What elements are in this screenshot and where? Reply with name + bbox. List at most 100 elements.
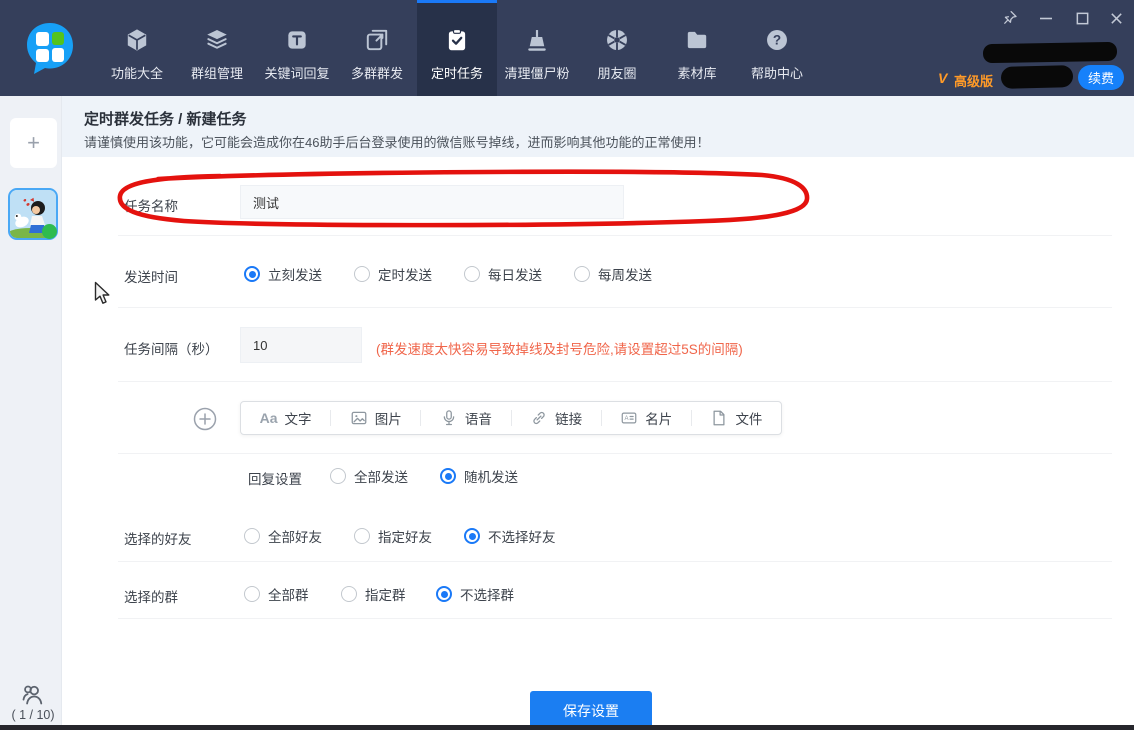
maximize-button[interactable]: [1069, 6, 1095, 30]
toolbar-label: 链接: [555, 408, 582, 428]
radio-no-friends[interactable]: 不选择好友: [464, 526, 556, 546]
toolbar-label: 文字: [285, 408, 312, 428]
keyword-icon: [283, 26, 311, 54]
radio-send-random[interactable]: 随机发送: [440, 466, 518, 486]
svg-text:?: ?: [773, 33, 781, 48]
toolbar-label: 文件: [735, 408, 762, 428]
radio-send-daily[interactable]: 每日发送: [464, 264, 542, 284]
content-type-toolbar: Aa 文字 图片 语音 链接 A 名片 文件: [240, 401, 782, 435]
mic-icon: [440, 409, 458, 427]
radio-send-now[interactable]: 立刻发送: [244, 264, 322, 284]
nav-item-scheduled-tasks[interactable]: 定时任务: [417, 0, 497, 96]
radio-circle-icon: [354, 266, 370, 282]
renew-button[interactable]: 续费: [1078, 65, 1124, 90]
radio-option-label: 每日发送: [488, 264, 542, 284]
app-window: 功能大全 群组管理 关键词回复 多群群发: [0, 0, 1134, 730]
toolbar-item-text[interactable]: Aa 文字: [241, 402, 330, 434]
nav-label: 帮助中心: [751, 63, 803, 82]
radio-no-groups[interactable]: 不选择群: [436, 584, 514, 604]
aperture-icon: [603, 26, 631, 54]
radio-circle-icon: [574, 266, 590, 282]
card-icon: A: [620, 409, 638, 427]
divider: [118, 561, 1112, 562]
friends-select-label: 选择的好友: [124, 528, 192, 548]
redacted-account-info: [983, 42, 1117, 63]
folder-icon: [683, 26, 711, 54]
radio-circle-icon: [330, 468, 346, 484]
radio-circle-icon: [244, 528, 260, 544]
radio-send-scheduled[interactable]: 定时发送: [354, 264, 432, 284]
groups-select-label: 选择的群: [124, 586, 178, 606]
toolbar-item-card[interactable]: A 名片: [602, 402, 691, 434]
nav-item-multi-send[interactable]: 多群群发: [337, 0, 417, 96]
nav-item-group-manage[interactable]: 群组管理: [177, 0, 257, 96]
nav-label: 朋友圈: [597, 63, 636, 82]
pin-window-button[interactable]: [997, 6, 1023, 30]
radio-specific-groups[interactable]: 指定群: [341, 584, 406, 604]
nav-label: 多群群发: [351, 63, 403, 82]
toolbar-item-voice[interactable]: 语音: [421, 402, 510, 434]
file-icon: [710, 409, 728, 427]
add-content-button[interactable]: [193, 407, 217, 431]
minimize-button[interactable]: [1033, 6, 1059, 30]
radio-send-weekly[interactable]: 每周发送: [574, 264, 652, 284]
toolbar-label: 语音: [465, 408, 492, 428]
radio-option-label: 立刻发送: [268, 264, 322, 284]
radio-circle-icon: [341, 586, 357, 602]
account-slot-counter: ( 1 / 10): [4, 708, 62, 722]
app-logo-icon: [24, 21, 76, 77]
radio-option-label: 全部好友: [268, 526, 322, 546]
interval-label: 任务间隔（秒）: [124, 338, 219, 358]
nav-label: 定时任务: [431, 63, 483, 82]
link-icon: [530, 409, 548, 427]
close-icon: [1109, 11, 1124, 26]
radio-circle-icon: [354, 528, 370, 544]
clipboard-check-icon: [443, 26, 471, 54]
nav-item-moments[interactable]: 朋友圈: [577, 0, 657, 96]
top-navigation-bar: 功能大全 群组管理 关键词回复 多群群发: [0, 0, 1134, 96]
nav-label: 清理僵尸粉: [504, 63, 569, 82]
reply-mode-label: 回复设置: [248, 468, 302, 488]
toolbar-item-file[interactable]: 文件: [692, 402, 781, 434]
minimize-icon: [1038, 10, 1054, 26]
nav-item-material-library[interactable]: 素材库: [657, 0, 737, 96]
radio-specific-friends[interactable]: 指定好友: [354, 526, 432, 546]
nav-item-help-center[interactable]: ? 帮助中心: [737, 0, 817, 96]
divider: [118, 235, 1112, 236]
radio-circle-icon: [244, 266, 260, 282]
radio-send-all[interactable]: 全部发送: [330, 466, 408, 486]
text-icon: Aa: [260, 410, 278, 426]
interval-warning-text: (群发速度太快容易导致掉线及封号危险,请设置超过5S的间隔): [376, 338, 743, 358]
task-name-input[interactable]: [240, 185, 624, 219]
radio-all-friends[interactable]: 全部好友: [244, 526, 322, 546]
nav-item-features[interactable]: 功能大全: [97, 0, 177, 96]
radio-circle-icon: [440, 468, 456, 484]
toolbar-label: 名片: [645, 408, 672, 428]
add-account-button[interactable]: +: [10, 118, 57, 168]
send-time-label: 发送时间: [124, 266, 178, 286]
toolbar-item-link[interactable]: 链接: [512, 402, 601, 434]
plan-label: 高级版: [954, 71, 993, 90]
online-status-badge: [42, 224, 57, 239]
nav-item-clean-zombie-fans[interactable]: 清理僵尸粉: [497, 0, 577, 96]
task-name-label: 任务名称: [124, 195, 178, 215]
app-logo: [24, 21, 76, 77]
main-nav: 功能大全 群组管理 关键词回复 多群群发: [97, 0, 817, 96]
radio-option-label: 指定好友: [378, 526, 432, 546]
toolbar-item-image[interactable]: 图片: [331, 402, 420, 434]
close-button[interactable]: [1103, 6, 1129, 30]
radio-all-groups[interactable]: 全部群: [244, 584, 309, 604]
svg-text:A: A: [625, 416, 629, 422]
divider: [118, 381, 1112, 382]
divider: [118, 453, 1112, 454]
radio-option-label: 不选择群: [460, 584, 514, 604]
radio-option-label: 随机发送: [464, 466, 518, 486]
radio-option-label: 全部群: [268, 584, 309, 604]
pin-icon: [1001, 9, 1019, 27]
page-warning-text: 请谨慎使用该功能，它可能会造成你在46助手后台登录使用的微信账号掉线，进而影响其…: [84, 132, 709, 151]
plan-v-icon: V: [938, 70, 947, 86]
nav-item-keyword-reply[interactable]: 关键词回复: [257, 0, 337, 96]
interval-input[interactable]: [240, 327, 362, 363]
nav-label: 功能大全: [111, 63, 163, 82]
radio-option-label: 全部发送: [354, 466, 408, 486]
